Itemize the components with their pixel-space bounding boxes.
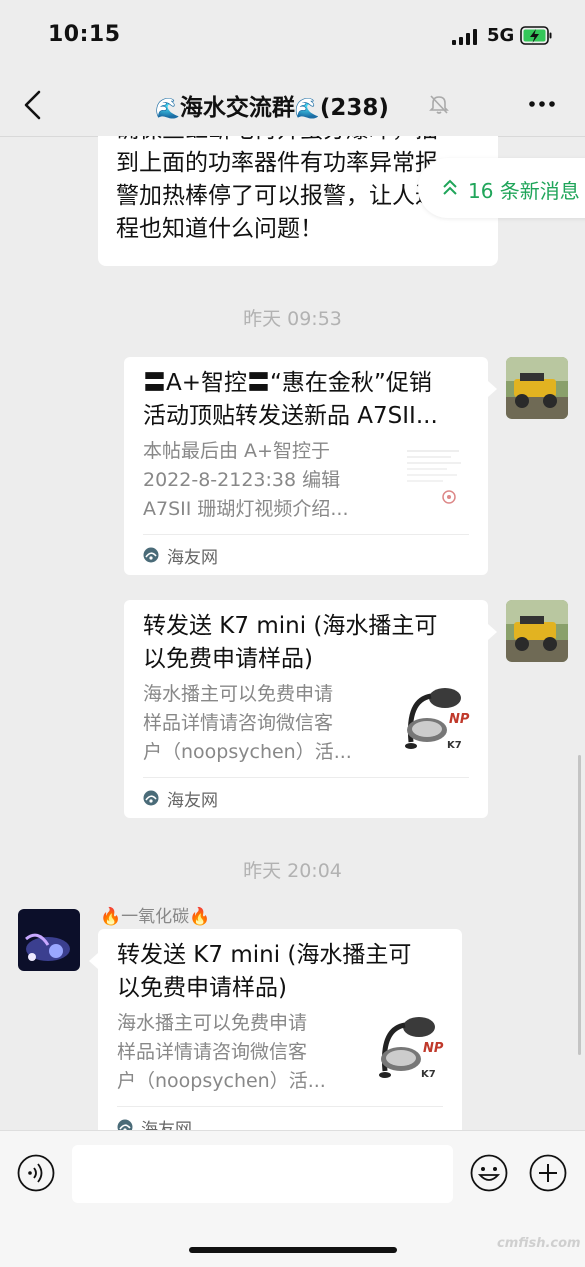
card-title: 转发送 K7 mini (海水播主可 以免费申请样品) <box>143 610 473 676</box>
card-desc-line: 样品详情请咨询微信客 <box>117 1041 308 1063</box>
coral-avatar-image <box>18 909 80 971</box>
my-avatar[interactable] <box>506 357 568 419</box>
mute-bell-icon <box>429 95 449 114</box>
card-desc-line: 海水播主可以免费申请 <box>117 1012 308 1034</box>
card-desc-line: 样品详情请咨询微信客 <box>143 712 334 734</box>
card-desc-line: 户（noopsychen）活... <box>117 1070 326 1092</box>
new-messages-label: 16 条新消息 <box>468 179 580 203</box>
link-card[interactable]: 〓A+智控〓“惠在金秋”促销 活动顶贴转发送新品 A7SII... 本帖最后由 … <box>124 357 488 575</box>
card-source: 海友网 <box>141 1120 192 1130</box>
card-desc-line: 户（noopsychen）活... <box>143 741 352 763</box>
voice-input-icon[interactable] <box>17 1154 55 1192</box>
bubble-tail <box>488 381 497 397</box>
product-lamp-thumbnail: NP K7 <box>399 682 471 764</box>
bubble-tail <box>488 624 497 640</box>
message-input[interactable] <box>72 1145 453 1203</box>
jeep-avatar-image <box>506 600 568 662</box>
haiyou-logo-icon <box>117 1119 133 1130</box>
timestamp: 昨天 20:04 <box>243 860 342 882</box>
card-description: 海水播主可以免费申请 样品详情请咨询微信客 户（noopsychen）活... <box>143 680 388 767</box>
network-type: 5G <box>487 25 515 46</box>
card-title-line: 转发送 K7 mini (海水播主可 <box>143 613 438 639</box>
sender-name-text: 一氧化碳 <box>121 907 190 927</box>
card-desc-line: 本帖最后由 A+智控于 <box>143 440 330 462</box>
more-options-icon[interactable] <box>527 94 557 114</box>
fire-emoji: 🔥 <box>189 907 211 927</box>
status-time: 10:15 <box>48 22 121 47</box>
timestamp: 昨天 09:53 <box>243 308 342 330</box>
cellular-signal-icon <box>452 29 478 45</box>
thumb-model: K7 <box>421 1069 436 1080</box>
plus-more-icon[interactable] <box>529 1154 567 1192</box>
message-line: 确保鱼缸断电再开蛋分爆冲，插 <box>116 136 486 147</box>
double-chevron-up-icon <box>443 179 457 195</box>
chat-area[interactable]: 确保鱼缸断电再开蛋分爆冲，插 到上面的功率器件有功率异常报 警加热棒停了可以报警… <box>0 136 585 1130</box>
sender-name: 🔥一氧化碳🔥 <box>100 902 210 927</box>
back-arrow-icon[interactable] <box>18 88 48 122</box>
card-title-line: 〓A+智控〓“惠在金秋”促销 <box>143 370 432 396</box>
thumb-brand: NP <box>423 1041 444 1056</box>
group-name: 海水交流群 <box>179 95 295 121</box>
wave-emoji-right: 🌊 <box>294 96 320 120</box>
status-bar: 10:15 5G <box>0 0 585 74</box>
link-card[interactable]: 转发送 K7 mini (海水播主可 以免费申请样品) 海水播主可以免费申请 样… <box>98 929 462 1130</box>
card-footer: 海友网 <box>143 777 469 818</box>
haiyou-logo-icon <box>143 790 159 806</box>
card-footer: 海友网 <box>117 1106 443 1130</box>
document-thumbnail <box>399 439 471 521</box>
bubble-tail <box>89 953 98 969</box>
card-desc-line: 海水播主可以免费申请 <box>143 683 334 705</box>
card-title-line: 活动顶贴转发送新品 A7SII... <box>143 403 438 429</box>
card-source: 海友网 <box>167 791 218 811</box>
jeep-avatar-image <box>506 357 568 419</box>
card-title-line: 转发送 K7 mini (海水播主可 <box>117 942 412 968</box>
card-desc-line: A7SII 珊瑚灯视频介绍... <box>143 498 349 520</box>
chat-title: 🌊海水交流群🌊(238) <box>155 88 455 122</box>
card-description: 本帖最后由 A+智控于 2022-8-2123:38 编辑 A7SII 珊瑚灯视… <box>143 437 388 524</box>
message-line: 程也知道什么问题！ <box>116 216 323 242</box>
card-description: 海水播主可以免费申请 样品详情请咨询微信客 户（noopsychen）活... <box>117 1009 362 1096</box>
card-source: 海友网 <box>167 548 218 568</box>
card-title-line: 以免费申请样品) <box>117 975 287 1001</box>
card-desc-line: 2022-8-2123:38 编辑 <box>143 469 341 491</box>
thumb-brand: NP <box>449 712 470 727</box>
nav-bar: 🌊海水交流群🌊(238) <box>0 74 585 137</box>
link-card[interactable]: 转发送 K7 mini (海水播主可 以免费申请样品) 海水播主可以免费申请 样… <box>124 600 488 818</box>
sender-avatar[interactable] <box>18 909 80 971</box>
card-title-line: 以免费申请样品) <box>143 646 313 672</box>
watermark: cmfish.com <box>497 1236 581 1251</box>
fire-emoji: 🔥 <box>100 907 122 927</box>
my-avatar[interactable] <box>506 600 568 662</box>
card-title: 〓A+智控〓“惠在金秋”促销 活动顶贴转发送新品 A7SII... <box>143 367 473 433</box>
card-title: 转发送 K7 mini (海水播主可 以免费申请样品) <box>117 939 447 1005</box>
scrollbar[interactable] <box>578 755 581 1055</box>
emoji-icon[interactable] <box>470 1154 508 1192</box>
home-indicator <box>189 1247 397 1253</box>
wave-emoji-left: 🌊 <box>155 96 180 120</box>
new-messages-pill[interactable]: 16 条新消息 <box>418 158 585 218</box>
battery-charging-icon <box>520 26 552 45</box>
thumb-model: K7 <box>447 740 462 751</box>
product-lamp-thumbnail: NP K7 <box>373 1011 445 1093</box>
card-footer: 海友网 <box>143 534 469 575</box>
member-count: (238) <box>319 95 389 121</box>
haiyou-logo-icon <box>143 547 159 563</box>
